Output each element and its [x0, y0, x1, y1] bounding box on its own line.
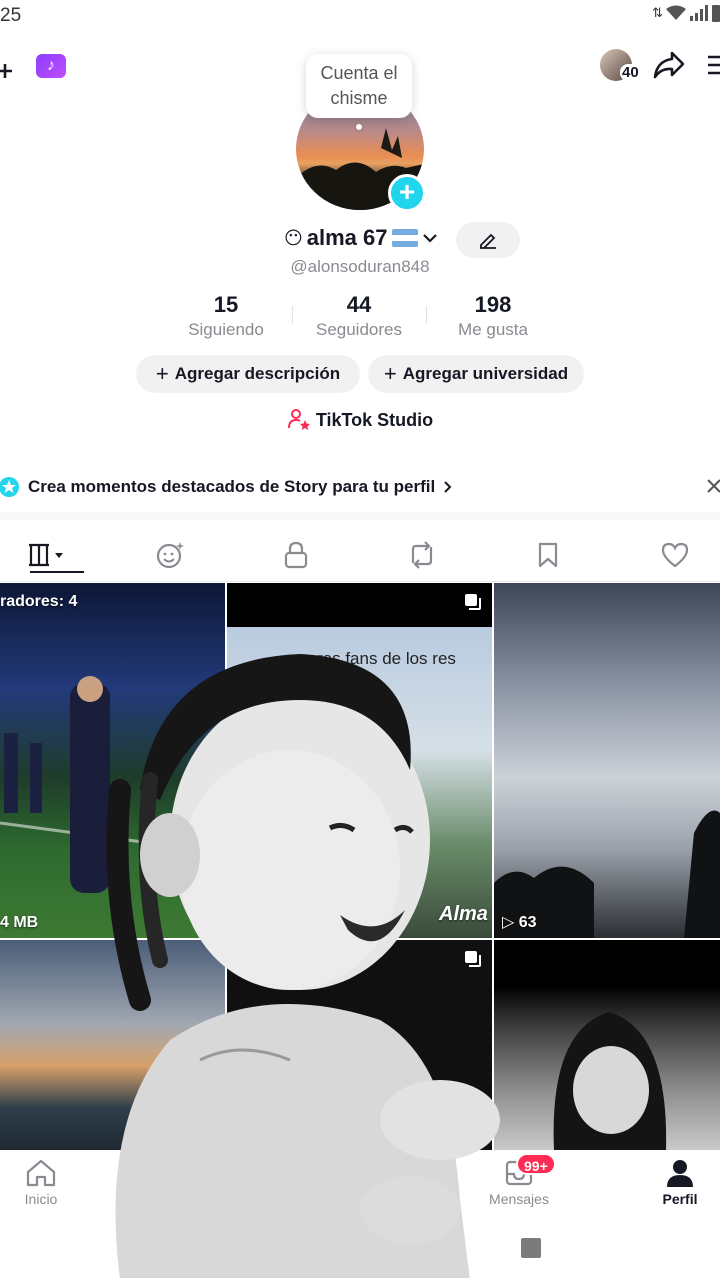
tiktok-studio-link[interactable]: TikTok Studio — [0, 408, 720, 431]
add-account-icon[interactable] — [0, 62, 14, 80]
tab-videos[interactable] — [18, 538, 84, 573]
plus-icon: + — [155, 361, 169, 386]
home-icon — [26, 1159, 56, 1187]
stat-value: 44 — [346, 292, 372, 317]
stat-label: Siguiendo — [188, 320, 264, 339]
stat-label: Seguidores — [315, 320, 402, 339]
chevron-down-icon — [422, 234, 437, 243]
carousel-icon — [465, 594, 481, 610]
video-tile[interactable]: ▷ 63 — [494, 583, 720, 938]
status-time: 25 — [0, 5, 22, 26]
stat-value: 198 — [474, 292, 512, 317]
signal-icon — [690, 5, 708, 21]
visitors-count: 40 — [620, 64, 641, 81]
battery-icon — [712, 5, 720, 22]
repost-icon — [411, 541, 433, 569]
profile-icon — [667, 1160, 693, 1187]
studio-label: TikTok Studio — [315, 410, 434, 430]
nav-home[interactable]: Inicio — [0, 1158, 86, 1207]
content-tabs — [0, 528, 720, 582]
plus-icon: + — [383, 361, 397, 386]
tab-collabs[interactable] — [140, 538, 200, 572]
banner-text: Crea momentos destacados de Story para t… — [28, 477, 436, 496]
add-description-label: Agregar descripción — [174, 364, 341, 383]
tooltip-text: Cuenta el chisme — [320, 63, 398, 108]
story-highlight-banner[interactable]: Crea momentos destacados de Story para t… — [0, 462, 720, 512]
chevron-right-icon — [444, 481, 452, 493]
smile-sparkle-icon — [156, 542, 184, 569]
tile-top-text: radores: 4 — [0, 593, 78, 610]
nav-profile-label: Perfil — [662, 1191, 698, 1207]
edit-profile-button[interactable] — [456, 222, 520, 258]
stats-row: 15 Siguiendo 44 Seguidores 198 Me gusta — [0, 292, 720, 340]
display-name: alma 67 — [306, 225, 388, 250]
share-icon[interactable] — [652, 50, 686, 80]
tab-liked[interactable] — [645, 538, 705, 572]
tile-views: ▷ 63 — [502, 914, 537, 931]
baby-sticker-image — [106, 654, 500, 1278]
stat-followers[interactable]: 44 Seguidores — [292, 292, 426, 340]
studio-person-icon — [287, 409, 310, 430]
tile-views-count: 63 — [518, 914, 537, 931]
tooltip-tail — [356, 124, 362, 130]
section-divider — [0, 512, 720, 520]
username: @alonsoduran848 — [290, 257, 430, 276]
data-arrows-icon: ⇅ — [652, 5, 663, 20]
tab-saved[interactable] — [518, 538, 578, 572]
pencil-icon — [480, 233, 496, 249]
tile-bottom-text: 4 MB — [0, 914, 39, 931]
bookmark-icon — [538, 542, 558, 568]
emoji-icon: 😶 — [284, 227, 303, 248]
nav-profile[interactable]: Perfil — [635, 1158, 720, 1207]
tab-private[interactable] — [266, 538, 326, 572]
wifi-icon — [666, 5, 686, 20]
menu-icon[interactable] — [706, 54, 720, 76]
display-name-button[interactable]: 😶 alma 67 — [284, 225, 438, 251]
tab-reposts[interactable] — [392, 538, 452, 572]
messages-badge: 99+ — [516, 1153, 556, 1175]
stat-label: Me gusta — [458, 320, 528, 339]
story-star-icon — [0, 477, 19, 497]
name-row: 😶 alma 67 — [0, 222, 720, 258]
lock-icon — [284, 541, 308, 569]
status-bar: 25 ⇅ — [0, 0, 720, 32]
status-icons: ⇅ — [652, 4, 720, 22]
active-tab-indicator — [30, 571, 84, 573]
video-thumbnail-clouds — [494, 810, 720, 938]
stat-likes[interactable]: 198 Me gusta — [426, 292, 560, 340]
grid-icon — [29, 543, 63, 567]
argentina-flag-icon — [391, 229, 418, 247]
recents-button[interactable] — [521, 1238, 541, 1258]
story-tooltip[interactable]: Cuenta el chisme — [306, 54, 412, 130]
add-description-button[interactable]: + Agregar descripción — [136, 355, 360, 393]
stat-following[interactable]: 15 Siguiendo — [159, 292, 293, 340]
nav-home-label: Inicio — [24, 1191, 58, 1207]
close-icon[interactable] — [706, 478, 720, 494]
heart-icon — [661, 542, 689, 568]
add-university-button[interactable]: + Agregar universidad — [368, 355, 584, 393]
add-university-label: Agregar universidad — [402, 364, 569, 383]
add-story-button[interactable]: + — [388, 174, 426, 212]
tiktok-shop-icon[interactable]: ♪ — [36, 54, 66, 78]
stat-value: 15 — [213, 292, 239, 317]
video-tile[interactable] — [494, 940, 720, 1150]
video-thumbnail-anime — [553, 1012, 667, 1150]
